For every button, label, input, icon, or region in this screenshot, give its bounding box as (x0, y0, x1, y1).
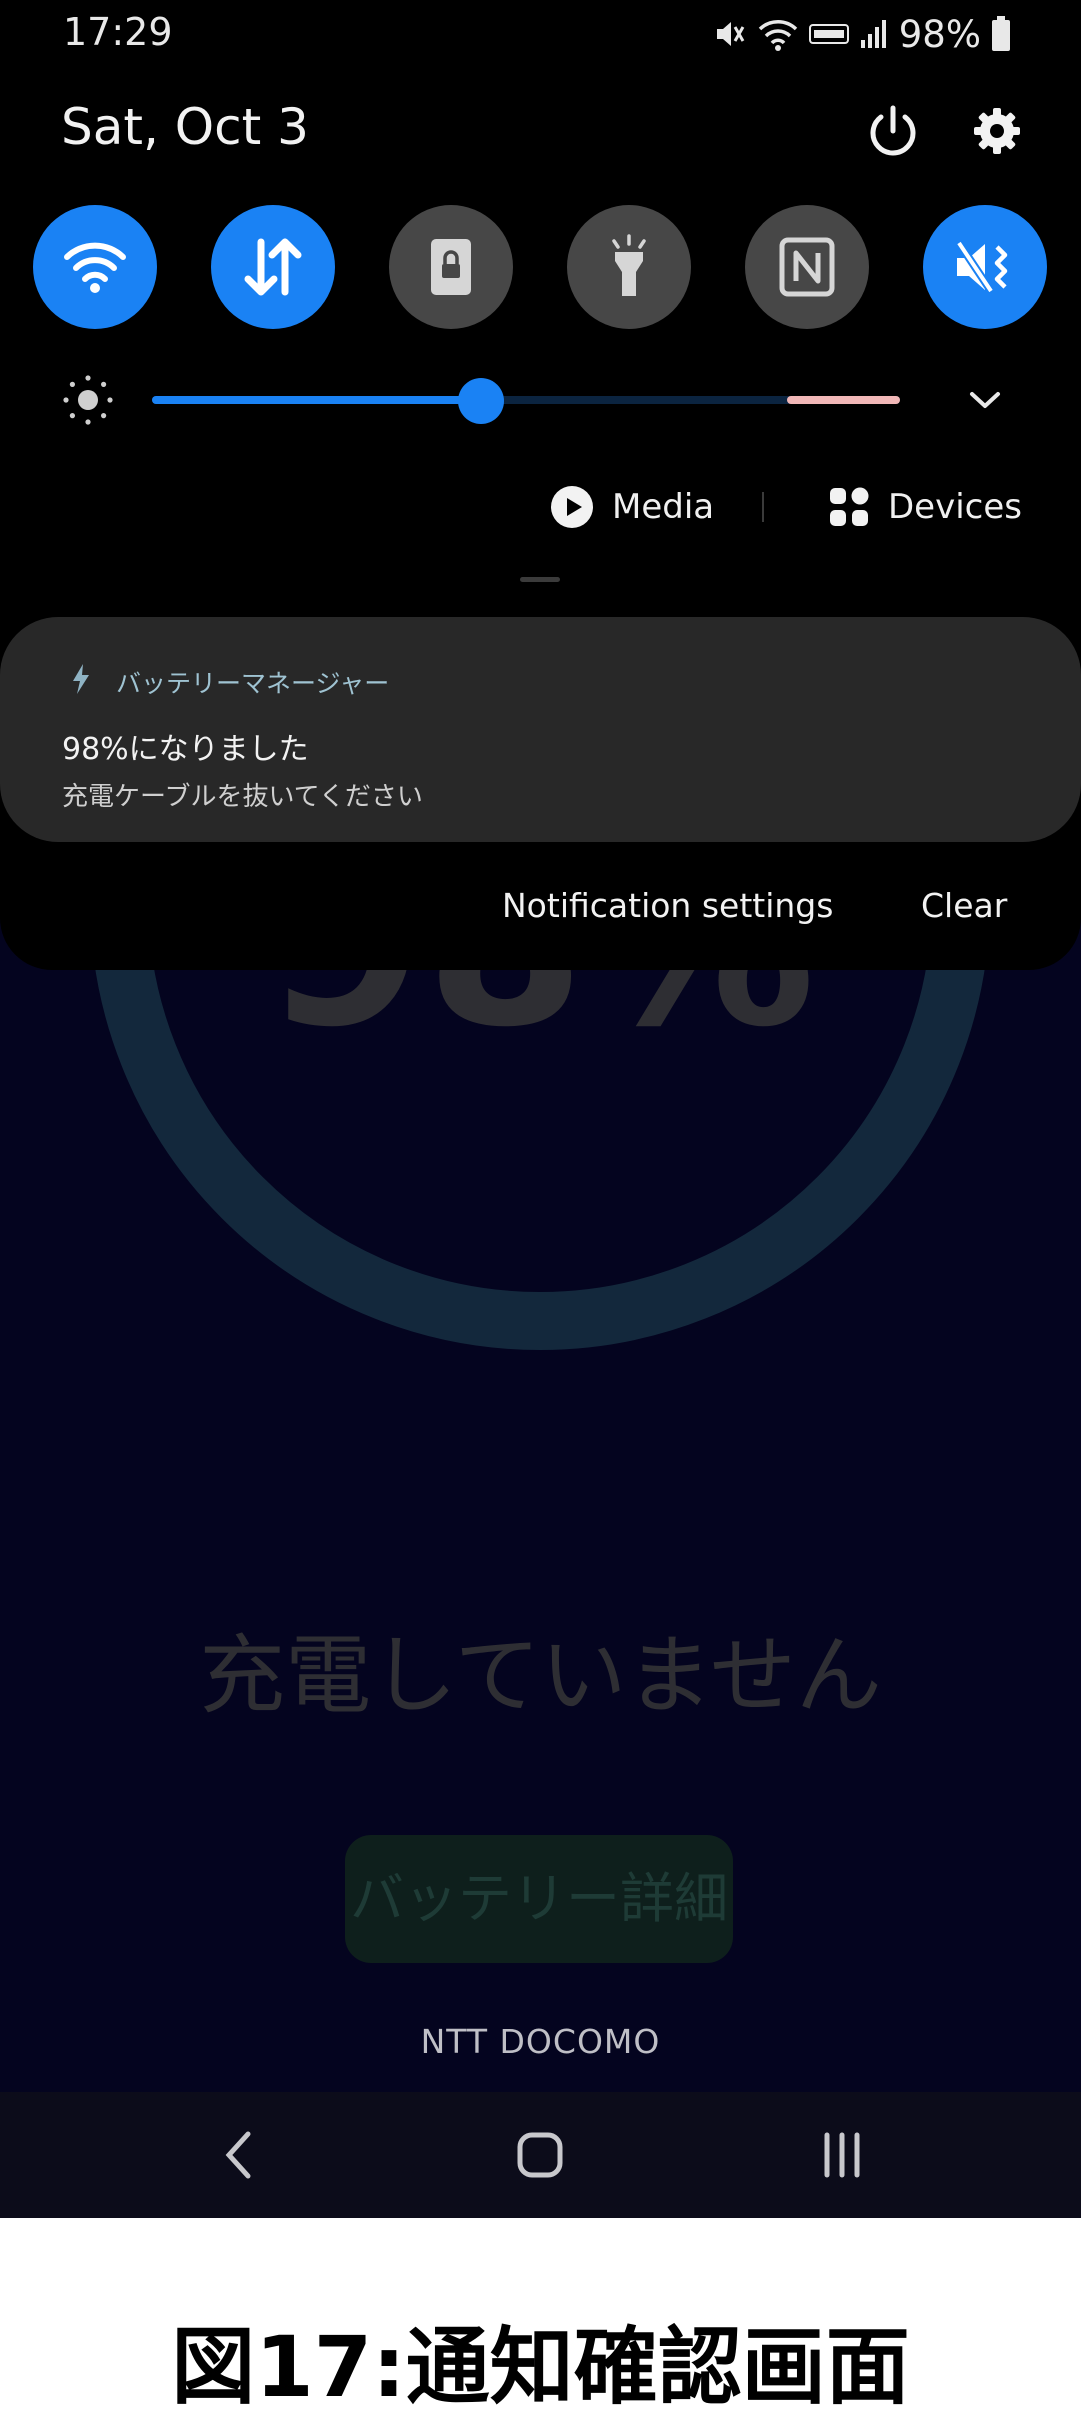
quick-settings-tiles (33, 205, 1048, 329)
status-battery-percent: 98% (898, 12, 981, 56)
brightness-handle[interactable] (458, 378, 505, 424)
sound-mode-tile[interactable] (923, 205, 1047, 329)
recents-icon (824, 2132, 860, 2178)
charging-status: 充電していません (199, 1626, 882, 1726)
nfc-tile[interactable] (745, 205, 869, 329)
volte-status-icon (808, 24, 849, 44)
power-button[interactable] (858, 96, 928, 166)
mute-vibrate-status-icon (716, 22, 745, 46)
phone-screen: 98% 充電していません バッテリー詳細 NTT DOCOMO 17:29 98… (0, 0, 1081, 2218)
notification-shade: 17:29 98% Sat, Oct 3 Media Devices バッテリー… (0, 0, 1081, 970)
brightness-warning-zone (787, 396, 900, 404)
battery-detail-button[interactable]: バッテリー詳細 (345, 1835, 733, 1963)
wifi-status-icon (758, 20, 797, 51)
signal-status-icon (860, 20, 886, 48)
brightness-fill (152, 396, 482, 404)
drag-handle[interactable] (520, 577, 560, 582)
back-button[interactable] (158, 2092, 318, 2218)
devices-label: Devices (888, 487, 1022, 527)
brightness-slider[interactable] (152, 378, 900, 424)
notification-settings-button[interactable]: Notification settings (502, 886, 833, 925)
flashlight-icon (612, 234, 646, 296)
screen-lock-icon (431, 239, 471, 295)
gear-icon (974, 108, 1020, 154)
screen-lock-tile[interactable] (389, 205, 513, 329)
shade-date: Sat, Oct 3 (61, 98, 309, 156)
flashlight-tile[interactable] (567, 205, 691, 329)
notification-text: 充電ケーブルを抜いてください (62, 782, 423, 812)
home-button[interactable] (460, 2092, 620, 2218)
notification-app-name: バッテリーマネージャー (116, 669, 390, 698)
home-icon (517, 2132, 563, 2178)
devices-icon (830, 487, 869, 526)
wifi-tile[interactable] (33, 205, 157, 329)
recents-button[interactable] (762, 2092, 922, 2218)
power-icon (870, 105, 916, 156)
mobile-data-tile[interactable] (211, 205, 335, 329)
nfc-icon (779, 237, 835, 297)
expand-button[interactable] (960, 375, 1010, 425)
back-icon (225, 2131, 251, 2179)
settings-button[interactable] (962, 96, 1032, 166)
clear-button[interactable]: Clear (921, 886, 1007, 925)
figure-caption: 図17:通知確認画面 (171, 2318, 910, 2416)
chevron-down-icon (970, 392, 1000, 408)
battery-status-icon (992, 16, 1010, 51)
navigation-bar (0, 2092, 1081, 2218)
media-devices-divider (762, 492, 764, 522)
bolt-icon (73, 664, 89, 694)
status-icons: 98% (713, 12, 1011, 56)
wifi-icon (64, 242, 126, 293)
play-icon (551, 486, 593, 528)
status-time: 17:29 (63, 10, 173, 54)
vibrate-mute-icon (955, 240, 1008, 294)
notification-title: 98%になりました (62, 732, 309, 767)
carrier-label: NTT DOCOMO (420, 2022, 661, 2061)
brightness-icon (63, 375, 113, 425)
devices-button[interactable]: Devices (828, 482, 1022, 532)
mobile-data-icon (244, 238, 302, 296)
media-button[interactable]: Media (550, 482, 714, 532)
media-label: Media (612, 487, 715, 527)
